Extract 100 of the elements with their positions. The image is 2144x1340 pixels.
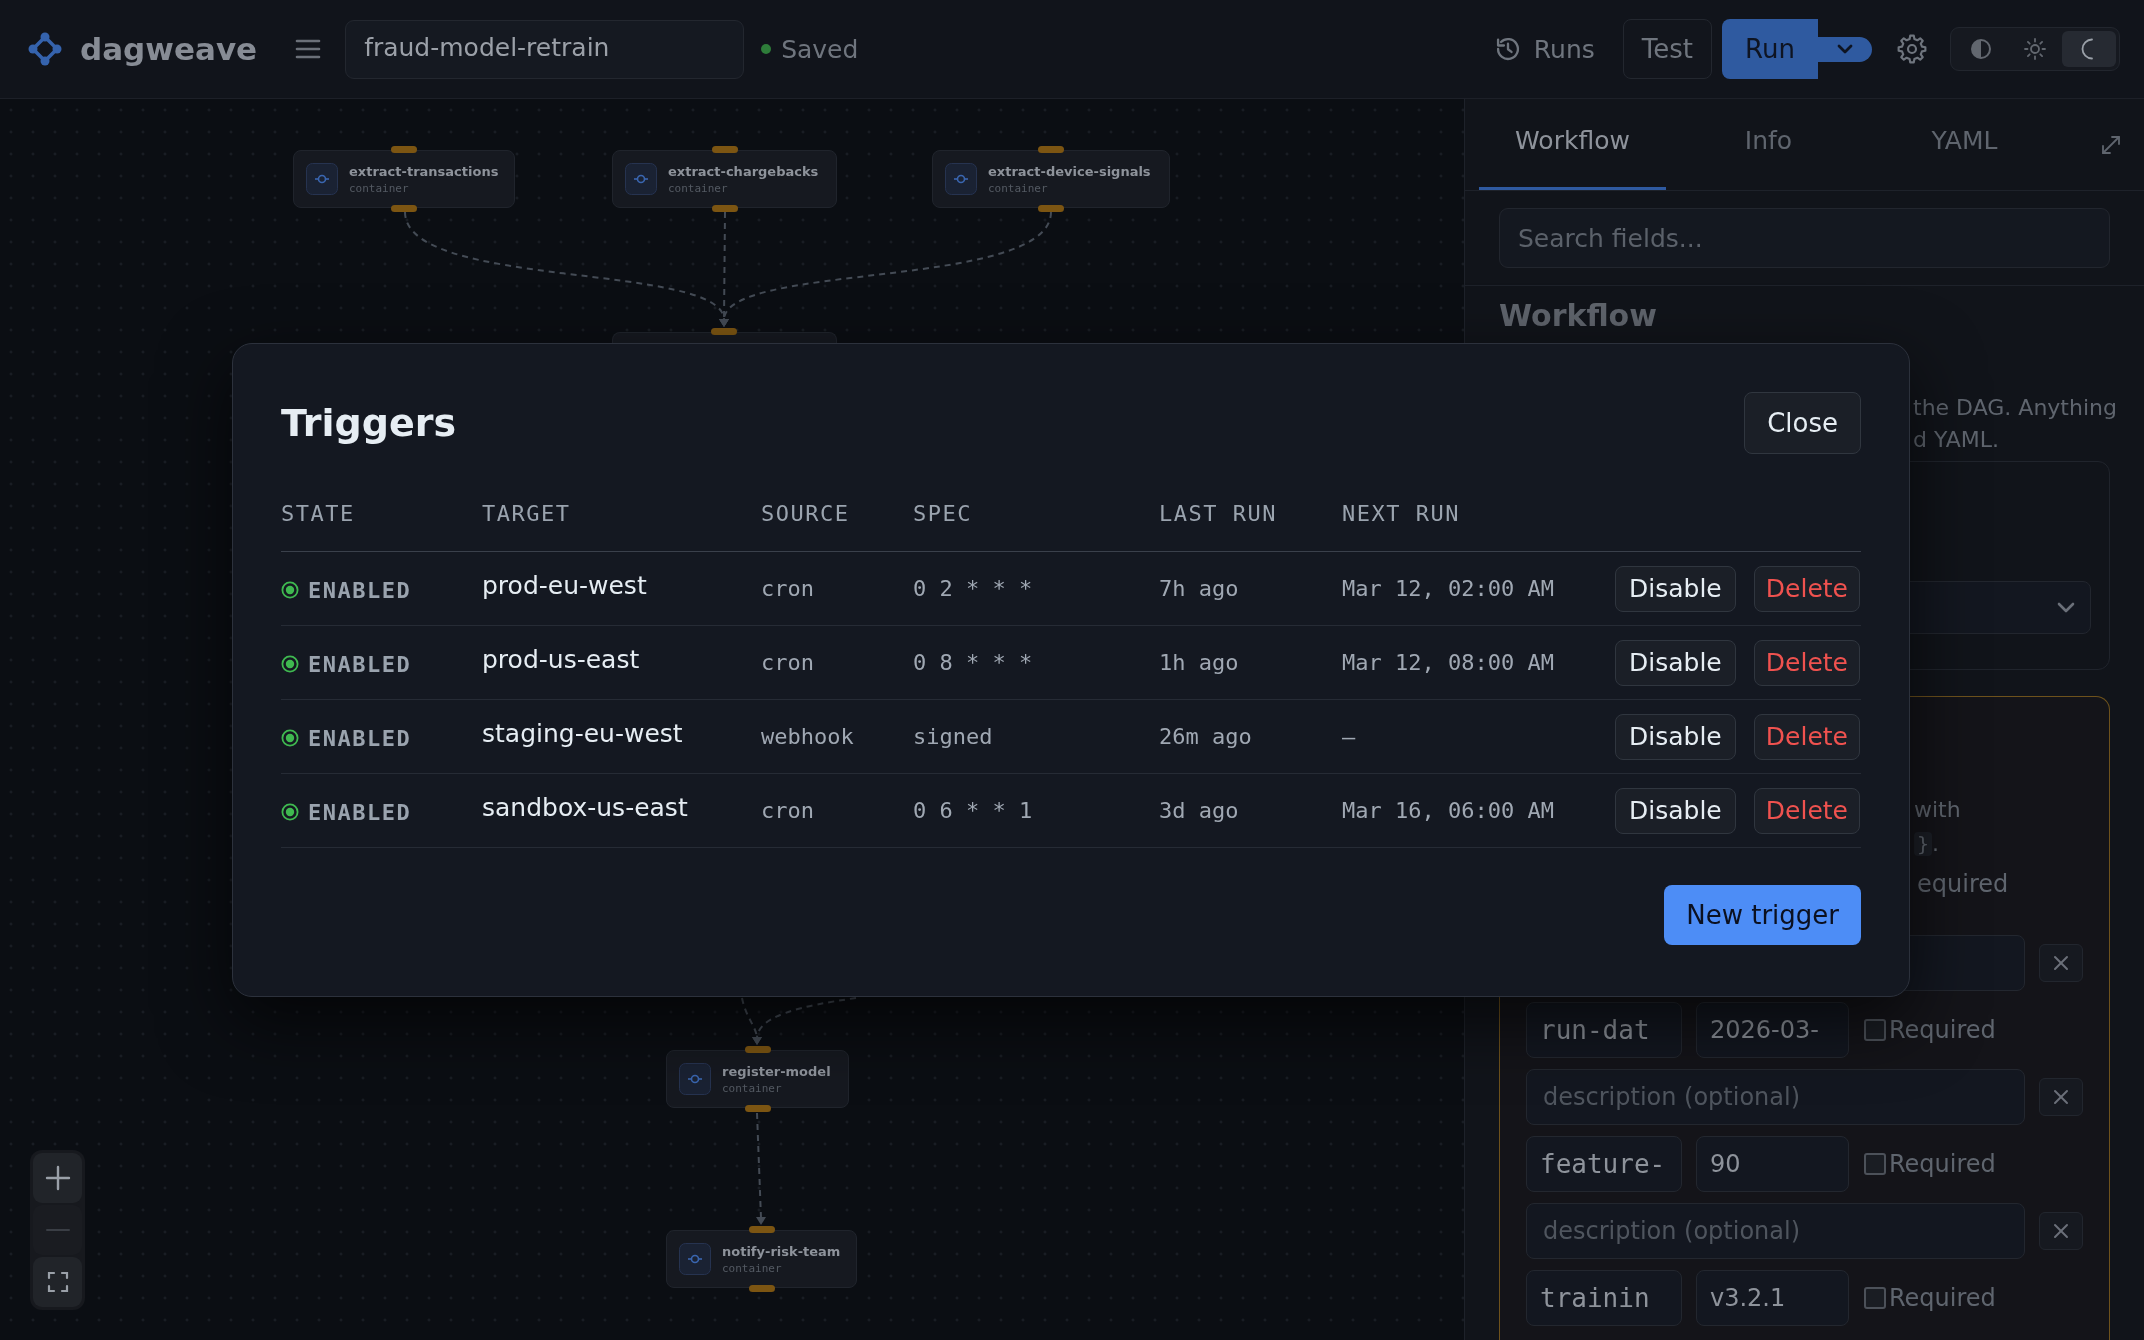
sun-icon [2023,37,2047,61]
panel-tab[interactable]: Info [1675,99,1862,190]
app-name: dagweave [80,31,258,67]
param-key-field[interactable]: run-dat [1526,1002,1682,1058]
pipeline-node[interactable]: extract-transactions container [293,150,515,208]
state-label: ENABLED [308,799,412,825]
disable-button[interactable]: Disable [1615,713,1736,760]
close-button[interactable]: Close [1744,392,1861,454]
delete-button[interactable]: Delete [1753,639,1860,686]
delete-button[interactable]: Delete [1753,713,1860,760]
save-status: Saved [781,34,859,64]
logo-icon [28,32,62,66]
disable-button[interactable]: Disable [1615,787,1736,834]
node-type: container [722,1261,782,1275]
description-field[interactable]: description (optional) [1526,1203,2025,1259]
column-header: STATE [281,501,355,527]
port-handle[interactable] [744,1046,771,1053]
pipeline-node[interactable]: extract-device-signals container [932,150,1170,208]
cross-icon [2053,1223,2069,1239]
required-checkbox[interactable] [1864,1153,1886,1175]
port-handle[interactable] [711,328,737,335]
disable-button[interactable]: Disable [1615,639,1736,686]
node-type: container [668,181,728,195]
remove-button[interactable] [2039,1212,2083,1250]
node-title: extract-transactions [349,163,499,179]
zoom-in-button[interactable] [33,1153,82,1203]
menu-icon[interactable] [295,39,322,59]
run-options-button[interactable] [1818,36,1872,62]
param-value-field[interactable]: v3.2.1 [1696,1270,1849,1326]
search-field[interactable]: Search fields... [1499,208,2110,268]
port-handle[interactable] [391,205,417,212]
node-icon [306,163,338,195]
param-key-field[interactable]: feature- [1526,1136,1682,1192]
panel-tab[interactable]: YAML [1871,99,2058,190]
port-handle[interactable] [1038,205,1064,212]
required-checkbox[interactable] [1864,1019,1886,1041]
port-handle[interactable] [744,1105,771,1112]
node-icon [679,1243,711,1275]
port-handle[interactable] [711,205,738,212]
node-type: container [722,1081,782,1095]
node-icon [679,1063,711,1095]
cross-icon [2053,955,2069,971]
param-key-field[interactable]: trainin [1526,1270,1682,1326]
next-run-time: Mar 12, 08:00 AM [1342,650,1554,675]
workflow-name-field[interactable]: fraud-model-retrain [345,19,745,79]
remove-button[interactable] [2039,1078,2083,1116]
source-type: cron [761,650,814,675]
state-label: ENABLED [308,725,412,751]
cross-icon [2053,1089,2069,1105]
target-name: sandbox-us-east [482,793,688,822]
target-name: prod-us-east [482,645,640,674]
target-name: prod-eu-west [482,571,647,600]
column-header: SOURCE [761,501,850,527]
port-handle[interactable] [748,1226,775,1233]
node-icon [625,163,657,195]
pipeline-node[interactable]: register-model container [666,1050,849,1108]
port-handle[interactable] [391,146,417,153]
pipeline-node[interactable] [612,332,837,343]
param-value-field[interactable]: 90 [1696,1136,1849,1192]
port-handle[interactable] [1038,146,1064,153]
settings-icon[interactable] [1897,34,1927,64]
node-title: extract-chargebacks [668,163,819,179]
node-title: extract-device-signals [988,163,1151,179]
expand-icon[interactable] [2100,133,2122,156]
delete-button[interactable]: Delete [1753,565,1860,612]
description-field[interactable]: description (optional) [1526,1069,2025,1125]
next-run-time: Mar 16, 06:00 AM [1342,798,1554,823]
help-text: with [1914,796,1961,824]
panel-tab[interactable]: Workflow [1479,99,1666,190]
port-handle[interactable] [711,146,738,153]
caret-icon [1836,43,1854,55]
required-label: Required [1889,1150,1996,1178]
last-run-time: 3d ago [1159,798,1239,823]
test-button[interactable]: Test [1622,19,1712,79]
node-type: container [988,181,1048,195]
new-trigger-button[interactable]: New trigger [1664,885,1861,945]
pipeline-node[interactable]: extract-chargebacks container [612,150,837,208]
theme-option[interactable] [2062,31,2116,67]
node-title: notify-risk-team [722,1243,841,1259]
disable-button[interactable]: Disable [1615,565,1736,612]
node-title: register-model [722,1063,831,1079]
required-checkbox[interactable] [1864,1287,1886,1309]
fit-view-button[interactable] [33,1257,82,1307]
pipeline-node[interactable]: notify-risk-team container [666,1230,857,1288]
column-header: TARGET [482,501,571,527]
frame-corners-icon [46,1271,69,1293]
state-label: ENABLED [308,651,412,677]
next-run-time: — [1342,724,1356,749]
remove-button[interactable] [2039,944,2083,982]
param-value-field[interactable]: 2026-03- [1696,1002,1849,1058]
port-handle[interactable] [748,1285,775,1292]
runs-button[interactable]: Runs [1493,34,1595,64]
schedule-spec: 0 8 * * * [913,650,1033,675]
schedule-spec: signed [913,724,993,749]
section-title: Workflow [1499,298,1657,334]
chevron-icon [2056,601,2076,614]
node-type: container [349,181,409,195]
last-run-time: 7h ago [1159,576,1239,601]
delete-button[interactable]: Delete [1753,787,1860,834]
plus-icon [44,1165,71,1191]
